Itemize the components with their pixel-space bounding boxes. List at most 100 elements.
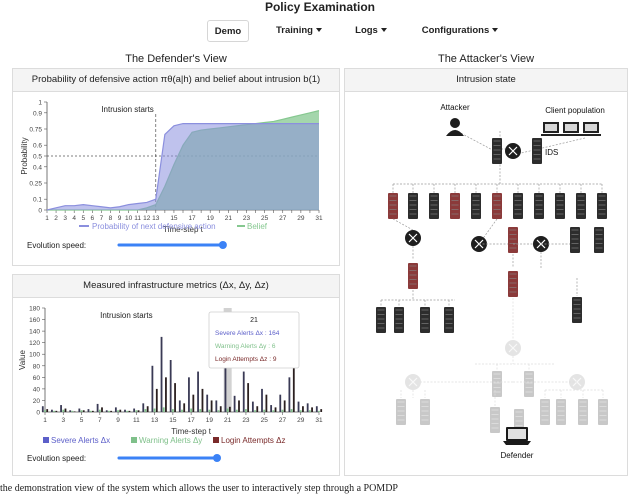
server-icon[interactable] bbox=[598, 399, 608, 425]
router-icon[interactable] bbox=[405, 374, 421, 390]
y-tick-label: 140 bbox=[29, 329, 40, 336]
router-icon[interactable] bbox=[505, 340, 521, 356]
tab-logs[interactable]: Logs bbox=[347, 20, 395, 42]
server-body bbox=[471, 193, 481, 219]
client-pc-icon bbox=[581, 122, 601, 136]
router-icon[interactable] bbox=[505, 143, 521, 159]
server-body bbox=[532, 138, 542, 164]
bar-severe bbox=[315, 406, 318, 412]
server-icon[interactable] bbox=[508, 227, 518, 253]
tab-training-label: Training bbox=[276, 25, 313, 36]
chevron-down-icon bbox=[380, 28, 387, 33]
intrusion-start-label: Intrusion starts bbox=[100, 311, 152, 320]
bar-severe bbox=[188, 377, 190, 412]
chevron-down-icon bbox=[492, 28, 499, 33]
x-tick-label: 19 bbox=[207, 215, 215, 222]
server-icon[interactable] bbox=[572, 297, 582, 323]
server-body bbox=[598, 399, 608, 425]
server-icon[interactable] bbox=[429, 193, 439, 219]
tab-demo[interactable]: Demo bbox=[207, 20, 249, 42]
server-icon[interactable] bbox=[492, 371, 502, 397]
navbar: Demo Training Logs Configurations bbox=[0, 18, 640, 44]
bar-severe bbox=[151, 365, 154, 412]
pc-display bbox=[545, 124, 557, 131]
server-icon[interactable] bbox=[420, 399, 430, 425]
server-icon[interactable] bbox=[450, 193, 460, 219]
bar-login bbox=[192, 394, 195, 412]
server-icon[interactable] bbox=[408, 263, 418, 289]
bar-severe bbox=[261, 388, 263, 412]
attacker-view-title: The Attacker's View bbox=[437, 53, 535, 65]
evolution-speed-handle[interactable] bbox=[218, 241, 227, 249]
server-body bbox=[572, 297, 582, 323]
bar-warning bbox=[53, 410, 56, 412]
server-icon[interactable] bbox=[532, 138, 542, 164]
server-icon[interactable] bbox=[388, 193, 398, 219]
x-tick-label: 31 bbox=[315, 417, 323, 424]
server-icon[interactable] bbox=[394, 307, 404, 333]
server-icon[interactable] bbox=[594, 227, 604, 253]
pc-base bbox=[541, 134, 561, 136]
server-icon[interactable] bbox=[376, 307, 386, 333]
x-tick-label: 7 bbox=[100, 215, 104, 222]
y-tick-label: 0.25 bbox=[29, 181, 42, 188]
server-icon[interactable] bbox=[471, 193, 481, 219]
server-body bbox=[394, 307, 404, 333]
server-icon[interactable] bbox=[576, 193, 586, 219]
bar-login bbox=[91, 410, 94, 412]
server-body bbox=[570, 227, 580, 253]
bar-severe bbox=[297, 401, 300, 412]
server-icon[interactable] bbox=[540, 399, 550, 425]
bar-login bbox=[101, 407, 103, 412]
defender-label: Defender bbox=[501, 451, 534, 460]
bar-login bbox=[137, 410, 140, 412]
laptop-display bbox=[508, 429, 526, 439]
bar-severe bbox=[233, 395, 236, 412]
x-tick-label: 10 bbox=[125, 215, 133, 222]
legend-label-2: Login Attempts Δz bbox=[221, 436, 286, 445]
bar-severe bbox=[270, 405, 273, 412]
figure-caption: the demonstration view of the system whi… bbox=[0, 483, 398, 494]
server-icon[interactable] bbox=[534, 193, 544, 219]
bar-login bbox=[119, 409, 122, 412]
server-icon[interactable] bbox=[570, 227, 580, 253]
bar-login bbox=[302, 406, 304, 412]
tab-training[interactable]: Training bbox=[268, 20, 330, 42]
x-tick-label: 13 bbox=[151, 417, 159, 424]
x-tick-label: 15 bbox=[170, 215, 178, 222]
tooltip-warning: Warning Alerts Δy : 6 bbox=[215, 343, 276, 350]
bar-severe bbox=[96, 403, 99, 412]
router-icon[interactable] bbox=[405, 230, 421, 246]
server-icon[interactable] bbox=[492, 193, 502, 219]
server-icon[interactable] bbox=[555, 193, 565, 219]
bar-warning bbox=[144, 409, 147, 412]
x-tick-label: 13 bbox=[152, 215, 160, 222]
x-tick-label: 5 bbox=[81, 215, 85, 222]
bar-severe bbox=[105, 410, 108, 412]
server-icon[interactable] bbox=[597, 193, 607, 219]
server-icon[interactable] bbox=[492, 138, 502, 164]
server-icon[interactable] bbox=[524, 371, 534, 397]
tab-configurations[interactable]: Configurations bbox=[412, 20, 508, 42]
bar-severe bbox=[60, 405, 62, 412]
bar-severe bbox=[288, 377, 291, 412]
bar-login bbox=[110, 410, 113, 412]
y-tick-label: 0.4 bbox=[33, 164, 42, 171]
server-icon[interactable] bbox=[578, 399, 588, 425]
defender-view-title: The Defender's View bbox=[125, 53, 227, 65]
server-icon[interactable] bbox=[408, 193, 418, 219]
server-icon[interactable] bbox=[490, 407, 500, 433]
server-icon[interactable] bbox=[513, 193, 523, 219]
server-icon[interactable] bbox=[556, 399, 566, 425]
server-icon[interactable] bbox=[420, 307, 430, 333]
bar-severe bbox=[51, 409, 53, 412]
server-icon[interactable] bbox=[508, 271, 518, 297]
y-tick-label: 120 bbox=[29, 340, 40, 347]
server-icon[interactable] bbox=[396, 399, 406, 425]
laptop-base bbox=[503, 441, 531, 445]
server-icon[interactable] bbox=[444, 307, 454, 333]
pc-base bbox=[561, 134, 581, 136]
bar-warning bbox=[135, 410, 138, 412]
evolution-speed-handle[interactable] bbox=[213, 454, 221, 462]
x-tick-label: 25 bbox=[261, 215, 269, 222]
